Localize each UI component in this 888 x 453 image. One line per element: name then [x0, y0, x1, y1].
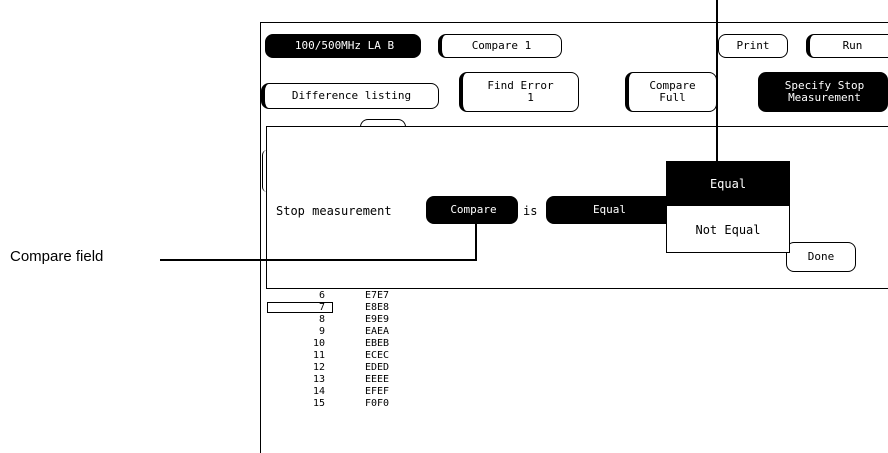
table-row: 11 ECEC: [312, 350, 390, 361]
table-row: 14 EFEF: [312, 386, 390, 397]
table-row-selected[interactable]: 7 E8E8: [265, 302, 405, 313]
module-button[interactable]: 100/500MHz LA B: [265, 34, 421, 58]
table-row: 8 E9E9: [318, 314, 390, 325]
stop-measurement-label: Stop measurement: [276, 204, 392, 218]
popup-option-not-equal[interactable]: Not Equal: [667, 210, 789, 250]
popup-option-equal[interactable]: Equal: [667, 162, 789, 206]
is-label: is: [523, 204, 538, 218]
compare-field-callout-line-v: [475, 224, 477, 261]
popup-pointer-line: [716, 0, 718, 161]
table-row: 6 E7E7: [318, 290, 390, 301]
table-row: 10 EBEB: [312, 338, 390, 349]
table-row: 13 EEEE: [312, 374, 390, 385]
data-listing: 6 E7E7 7 E8E8 8 E9E9 9 EAEA 10 EBEB 11 ECEC 12…: [265, 290, 425, 430]
done-button[interactable]: Done: [786, 242, 856, 272]
table-row: 12 EDED: [312, 362, 390, 373]
compare-field[interactable]: Compare: [426, 196, 518, 224]
equality-popup-menu: Equal Not Equal: [666, 161, 790, 253]
equal-field[interactable]: Equal: [546, 196, 670, 224]
compare-field-callout: Compare field: [10, 248, 104, 265]
table-row: 9 EAEA: [318, 326, 390, 337]
compare-field-callout-line-h: [160, 259, 476, 261]
print-button[interactable]: Print: [718, 34, 788, 58]
run-button[interactable]: Run: [806, 34, 888, 58]
specify-stop-measurement-button[interactable]: Specify Stop Measurement: [758, 72, 888, 112]
difference-listing-button[interactable]: Difference listing: [261, 83, 439, 109]
compare-menu-button[interactable]: Compare 1: [438, 34, 562, 58]
table-row: 15 F0F0: [312, 398, 390, 409]
compare-full-button[interactable]: Compare Full: [625, 72, 717, 112]
find-error-button[interactable]: Find Error 1: [459, 72, 579, 112]
